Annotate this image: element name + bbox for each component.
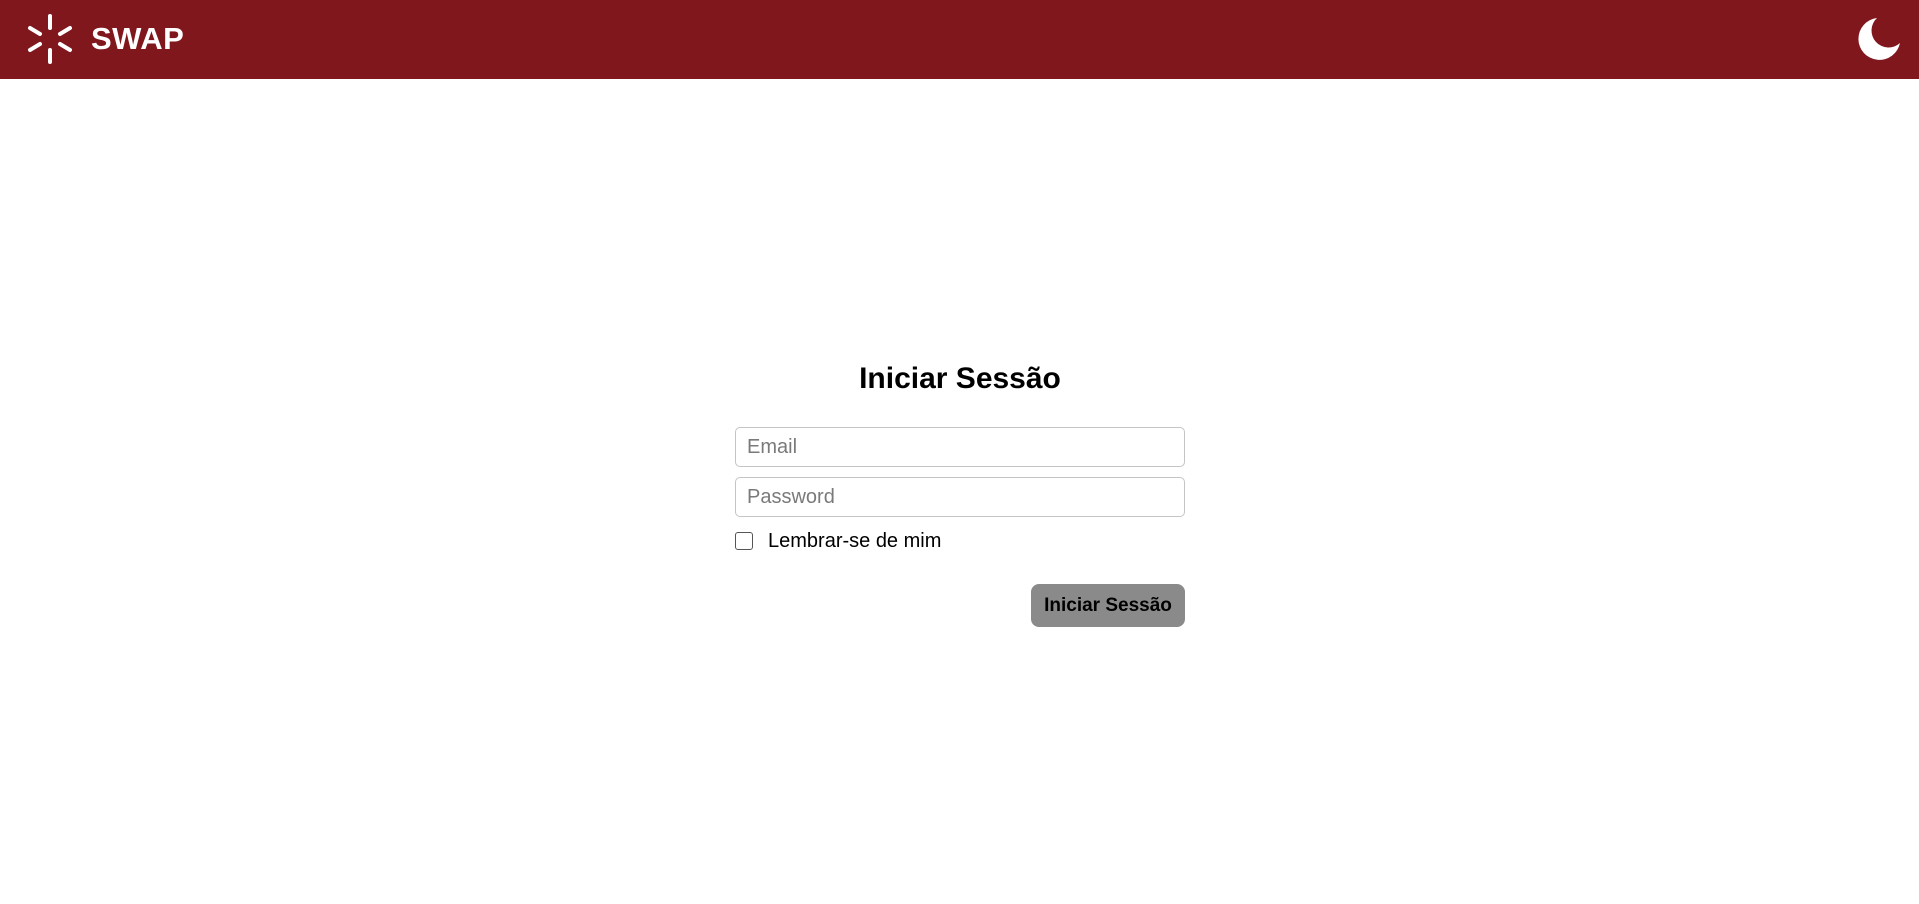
brand-home-link[interactable]: SWAP bbox=[26, 13, 184, 65]
password-input[interactable] bbox=[735, 477, 1185, 517]
top-navbar: SWAP bbox=[0, 0, 1919, 79]
remember-me-label: Lembrar-se de mim bbox=[768, 529, 942, 552]
remember-me-checkbox[interactable] bbox=[735, 532, 753, 550]
email-input[interactable] bbox=[735, 427, 1185, 467]
login-submit-button[interactable]: Iniciar Sessão bbox=[1031, 584, 1185, 627]
brand-name: SWAP bbox=[91, 21, 185, 56]
theme-toggle-button[interactable] bbox=[1856, 16, 1902, 62]
remember-me-option[interactable]: Lembrar-se de mim bbox=[735, 529, 941, 553]
moon-icon bbox=[1858, 18, 1900, 60]
login-form: Iniciar Sessão Lembrar-se de mim Iniciar… bbox=[735, 355, 1185, 627]
page-title: Iniciar Sessão bbox=[859, 362, 1061, 395]
asterisk-logo-icon bbox=[28, 14, 72, 64]
